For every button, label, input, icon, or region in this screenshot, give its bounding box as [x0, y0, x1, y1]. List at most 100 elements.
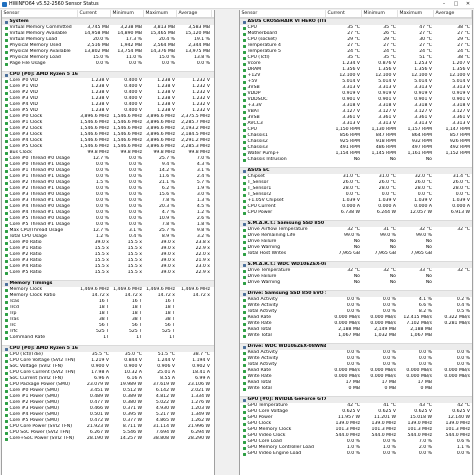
left-sensor-pane[interactable]: Sensor Current Minimum Maximum Average Syste…	[1, 10, 215, 475]
right-sensor-pane[interactable]: Sensor Current Minimum Maximum Average ASUS …	[239, 10, 473, 475]
label-text: Core #4 VID	[9, 102, 38, 107]
pane-divider[interactable]	[216, 10, 238, 475]
sensor-icon	[243, 68, 246, 72]
sensor-icon	[5, 247, 8, 251]
label-text: Total Host Writes	[247, 251, 287, 256]
label-text: Drive Temperature	[247, 268, 291, 273]
label-text: Drive Failure	[247, 239, 277, 244]
chip-icon	[243, 20, 246, 24]
maximize-icon[interactable]: □	[450, 0, 462, 8]
sensor-row[interactable]: CPU Power 6.738 W 6.244 W 12.057 W 6.913 W	[240, 210, 472, 216]
sensor-row[interactable]: Write Total 0 MB 0 MB 0 MB	[240, 386, 472, 392]
sensor-icon	[5, 157, 8, 161]
sensor-icon	[243, 187, 246, 191]
col-current[interactable]: Current	[326, 10, 362, 17]
label-text: Core #0 Clock	[9, 114, 43, 119]
value-cur: 1,067 MB	[338, 333, 360, 338]
left-column-header: Sensor Current Minimum Maximum Average	[2, 10, 214, 18]
right-column-header: Sensor Current Minimum Maximum Average	[240, 10, 472, 18]
sensor-group-header[interactable]: S.M.A.R.T.: Samsung SSD 850 EVO 500GB	[240, 220, 472, 227]
app-icon	[2, 2, 7, 7]
chip-icon	[5, 347, 8, 351]
sensor-name: CPU Power	[240, 210, 326, 216]
sensor-icon	[243, 74, 246, 78]
label-text: S.M.A.R.T.: WDC WD10EZEX-08WN4A0	[247, 262, 327, 267]
col-maximum[interactable]: Maximum	[398, 10, 434, 17]
sensor-group-header[interactable]: Drive: WDC WD10EZEX-08WN4A0	[240, 343, 472, 350]
sensor-icon	[243, 422, 246, 426]
sensor-group-header[interactable]: GPU [#0]: NVIDIA GeForce GTX 1080	[240, 396, 472, 403]
sensor-icon	[5, 425, 8, 429]
sensor-group-header[interactable]: ASUS CROSSHAIR VI HERO (ITE IT8665E)	[240, 18, 472, 25]
value-max: No	[425, 280, 432, 285]
sensor-group-header[interactable]: Drive: Samsung SSD 850 EVO 500GB	[240, 290, 472, 297]
label-text: VBAT	[247, 109, 260, 114]
sensor-group-header[interactable]: CPU [#0]: AMD Ryzen 5 1600	[2, 71, 214, 78]
sensor-icon	[243, 50, 246, 54]
sensor-row[interactable]: Total Host Writes 7,965 GB 7,965 GB 7,965 G…	[240, 251, 472, 257]
sensor-group-header[interactable]: S.M.A.R.T.: WDC WD10EZEX-08WN4A0	[240, 261, 472, 268]
value-min: 15.5 x	[127, 270, 142, 275]
col-sensor[interactable]: Sensor	[2, 10, 78, 17]
sensor-group-header[interactable]: System	[2, 18, 214, 25]
label-text: CPU Current	[247, 204, 276, 209]
sensor-row[interactable]: Page File Usage 0.0 % 0.0 % 0.0 % 0.0 %	[2, 61, 214, 67]
minimize-icon[interactable]: –	[438, 0, 450, 8]
close-icon[interactable]: ✕	[462, 0, 474, 8]
label-text: +1.05V Chipset	[247, 198, 284, 203]
label-text: Core #1 Thread #0 Usage	[9, 168, 70, 173]
sensor-icon	[5, 318, 8, 322]
sensor-row[interactable]: Write Total 1,067 MB 1,032 MB 1,067 MB	[240, 333, 472, 339]
sensor-icon	[243, 228, 246, 232]
label-text: Virtual Memory Available	[9, 31, 67, 36]
sensor-icon	[243, 310, 246, 314]
label-text: Chassis2	[247, 139, 268, 144]
sensor-icon	[5, 306, 8, 310]
col-current[interactable]: Current	[78, 10, 111, 17]
sensor-icon	[243, 351, 246, 355]
sensor-row[interactable]: Drive Warning No No No	[240, 280, 472, 286]
sensor-icon	[5, 271, 8, 275]
sensor-icon	[5, 288, 8, 292]
label-text: Max CPU/Thread Usage	[9, 228, 64, 233]
sensor-icon	[5, 44, 8, 48]
sensor-icon	[243, 334, 246, 338]
sensor-name: Total Host Writes	[240, 251, 326, 257]
sensor-icon	[243, 322, 246, 326]
label-text: T_Sensor2	[247, 192, 272, 197]
sensor-group-header[interactable]: Memory Timings	[2, 280, 214, 287]
sensor-icon	[5, 330, 8, 334]
value-cur: 0.0 %	[95, 61, 109, 66]
sensor-icon	[5, 56, 8, 60]
sensor-icon	[5, 145, 8, 149]
sensor-row[interactable]: Core #5 Ratio 15.5 x 15.5 x 39.0 x 22.9 x	[2, 270, 214, 276]
title-bar[interactable]: HWiNFO64 v5.52-2560 Sensor Status – □ ✕	[0, 0, 474, 9]
sensor-group-header[interactable]: ASUS EC	[240, 167, 472, 174]
sensor-row[interactable]: Command Rate 1T 1T 1T	[2, 335, 214, 341]
sensor-icon	[5, 139, 8, 143]
label-text: Write Activity	[247, 303, 279, 308]
sensor-icon	[243, 26, 246, 30]
sensor-icon	[5, 187, 8, 191]
col-minimum[interactable]: Minimum	[362, 10, 398, 17]
sensor-row[interactable]: GPU Video Engine Load 0.0 % 0.0 % 0.0 % 0.0 …	[240, 451, 472, 457]
sensor-icon	[5, 353, 8, 357]
col-average[interactable]: Average	[434, 10, 472, 17]
col-minimum[interactable]: Minimum	[111, 10, 144, 17]
label-text: Drive Warning	[247, 280, 281, 285]
sensor-icon	[5, 205, 8, 209]
sensor-icon	[5, 115, 8, 119]
value-max: 39.0 x	[160, 270, 175, 275]
value-max: 1T	[169, 335, 175, 340]
value-cur: 15.5 x	[94, 270, 109, 275]
sensor-row[interactable]: Core+SoC Power (SVI2 TFN) 28.190 W 14.257 …	[2, 436, 214, 442]
sensor-row[interactable]: Chassis Intrusion No No No	[240, 157, 472, 163]
col-average[interactable]: Average	[177, 10, 212, 17]
col-maximum[interactable]: Maximum	[144, 10, 177, 17]
sensor-group-header[interactable]: CPU [#0]: AMD Ryzen 5 1600: Enhanced	[2, 345, 214, 352]
label-text: CPU [#0]: AMD Ryzen 5 1600: Enhanced	[9, 346, 79, 351]
sensor-icon	[5, 336, 8, 340]
sensor-name: Write Total	[240, 386, 326, 392]
col-sensor[interactable]: Sensor	[240, 10, 326, 17]
sensor-icon	[5, 241, 8, 245]
